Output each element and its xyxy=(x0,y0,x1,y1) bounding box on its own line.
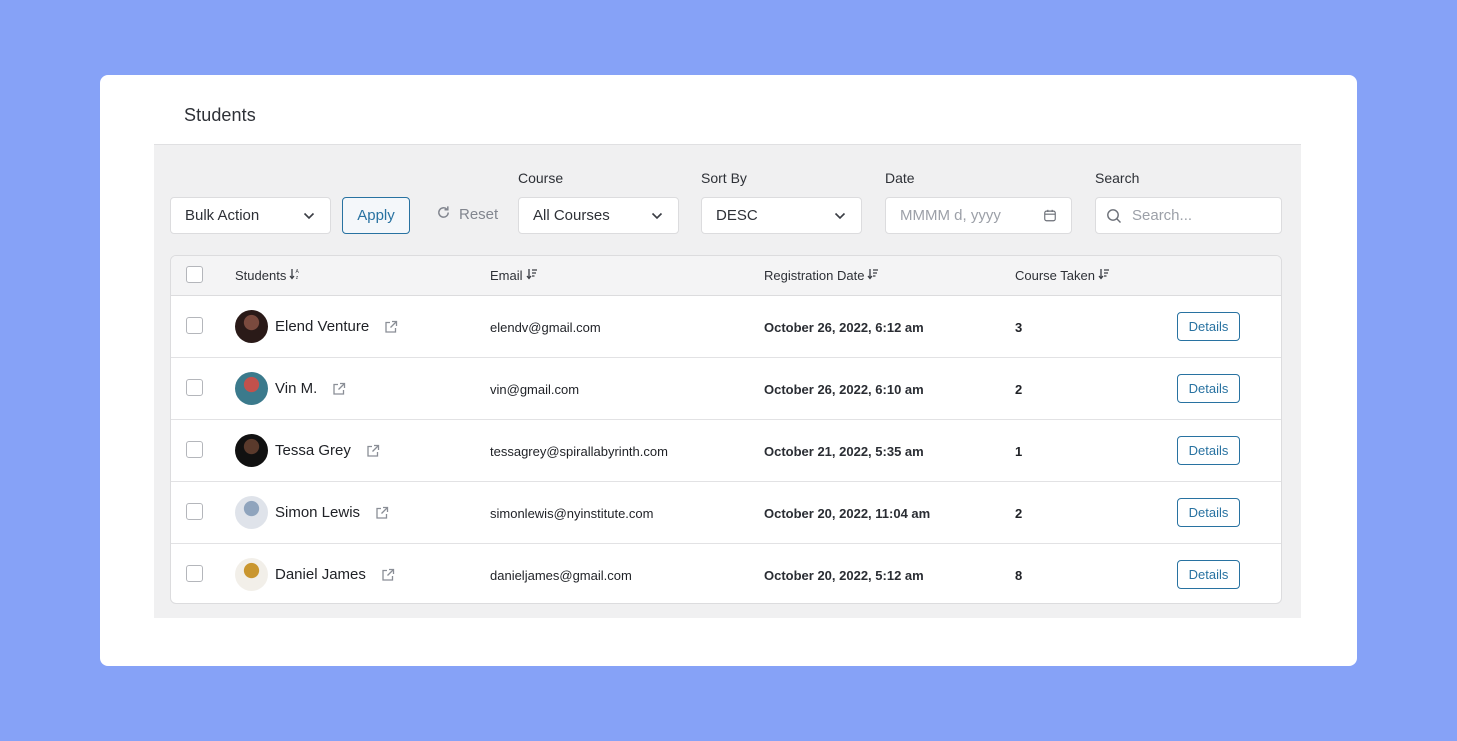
details-button[interactable]: Details xyxy=(1177,560,1240,589)
student-email: danieljames@gmail.com xyxy=(490,568,632,583)
students-table: Students Az Email Registration Date Cour… xyxy=(170,255,1282,604)
student-email: elendv@gmail.com xyxy=(490,320,601,335)
column-course-taken-label: Course Taken xyxy=(1015,268,1095,283)
refresh-icon xyxy=(436,205,451,224)
course-count: 1 xyxy=(1015,444,1023,459)
details-button[interactable]: Details xyxy=(1177,498,1240,527)
apply-button[interactable]: Apply xyxy=(342,197,410,234)
column-students-label: Students xyxy=(235,268,287,283)
students-card: Students Bulk Action Apply Reset Course … xyxy=(100,75,1357,666)
student-email: simonlewis@nyinstitute.com xyxy=(490,506,654,521)
registration-date: October 21, 2022, 5:35 am xyxy=(764,444,924,459)
student-name[interactable]: Tessa Grey xyxy=(275,442,351,459)
student-name[interactable]: Elend Venture xyxy=(275,318,369,335)
reset-label: Reset xyxy=(459,205,499,223)
row-checkbox[interactable] xyxy=(186,379,203,396)
avatar xyxy=(235,372,268,405)
registration-date: October 20, 2022, 5:12 am xyxy=(764,568,924,583)
student-name[interactable]: Daniel James xyxy=(275,566,366,583)
avatar xyxy=(235,310,268,343)
table-body: Elend Venture elendv@gmail.com October 2… xyxy=(171,296,1281,603)
course-count: 3 xyxy=(1015,320,1023,335)
sort-by-select[interactable]: DESC xyxy=(701,197,862,234)
registration-date: October 20, 2022, 11:04 am xyxy=(764,506,931,521)
avatar xyxy=(235,496,268,529)
external-link-icon[interactable] xyxy=(381,568,395,582)
registration-date: October 26, 2022, 6:12 am xyxy=(764,320,924,335)
search-icon xyxy=(1106,208,1122,224)
external-link-icon[interactable] xyxy=(332,382,346,396)
search-placeholder: Search... xyxy=(1132,207,1193,224)
table-row: Vin M. vin@gmail.com October 26, 2022, 6… xyxy=(171,358,1281,420)
row-checkbox[interactable] xyxy=(186,503,203,520)
table-row: Tessa Grey tessagrey@spirallabyrinth.com… xyxy=(171,420,1281,482)
date-placeholder: MMMM d, yyyy xyxy=(900,207,1001,224)
chevron-down-icon xyxy=(650,209,664,223)
sort-desc-icon[interactable] xyxy=(867,268,879,283)
external-link-icon[interactable] xyxy=(366,444,380,458)
reset-button[interactable]: Reset xyxy=(436,203,498,225)
table-header: Students Az Email Registration Date Cour… xyxy=(171,256,1281,296)
select-all-checkbox[interactable] xyxy=(186,266,203,283)
row-checkbox[interactable] xyxy=(186,441,203,458)
student-name[interactable]: Simon Lewis xyxy=(275,504,360,521)
course-count: 2 xyxy=(1015,382,1023,397)
row-checkbox[interactable] xyxy=(186,317,203,334)
student-email: tessagrey@spirallabyrinth.com xyxy=(490,444,668,459)
details-button[interactable]: Details xyxy=(1177,312,1240,341)
course-label: Course xyxy=(518,170,564,186)
students-panel: Bulk Action Apply Reset Course All Cours… xyxy=(154,144,1301,618)
table-row: Simon Lewis simonlewis@nyinstitute.com O… xyxy=(171,482,1281,544)
course-count: 8 xyxy=(1015,568,1023,583)
sort-desc-icon[interactable] xyxy=(1098,268,1110,283)
external-link-icon[interactable] xyxy=(384,320,398,334)
date-input[interactable]: MMMM d, yyyy xyxy=(885,197,1072,234)
column-email-label: Email xyxy=(490,268,523,283)
sort-alpha-icon[interactable]: Az xyxy=(289,268,301,283)
sort-by-value: DESC xyxy=(716,207,758,224)
registration-date: October 26, 2022, 6:10 am xyxy=(764,382,924,397)
bulk-action-value: Bulk Action xyxy=(185,207,260,224)
column-registration-date[interactable]: Registration Date xyxy=(764,268,879,283)
course-count: 2 xyxy=(1015,506,1023,521)
course-select[interactable]: All Courses xyxy=(518,197,679,234)
date-label: Date xyxy=(885,170,915,186)
avatar xyxy=(235,558,268,591)
external-link-icon[interactable] xyxy=(375,506,389,520)
column-students[interactable]: Students Az xyxy=(235,268,301,283)
sort-desc-icon[interactable] xyxy=(526,268,538,283)
calendar-icon[interactable] xyxy=(1043,209,1057,223)
table-row: Elend Venture elendv@gmail.com October 2… xyxy=(171,296,1281,358)
course-value: All Courses xyxy=(533,207,610,224)
column-registration-date-label: Registration Date xyxy=(764,268,865,283)
avatar xyxy=(235,434,268,467)
details-button[interactable]: Details xyxy=(1177,374,1240,403)
search-label: Search xyxy=(1095,170,1140,186)
svg-text:z: z xyxy=(296,275,299,280)
page-title: Students xyxy=(184,105,256,125)
column-course-taken[interactable]: Course Taken xyxy=(1015,268,1110,283)
student-name[interactable]: Vin M. xyxy=(275,380,317,397)
column-email[interactable]: Email xyxy=(490,268,538,283)
details-button[interactable]: Details xyxy=(1177,436,1240,465)
bulk-action-select[interactable]: Bulk Action xyxy=(170,197,331,234)
table-row: Daniel James danieljames@gmail.com Octob… xyxy=(171,544,1281,603)
student-email: vin@gmail.com xyxy=(490,382,580,397)
chevron-down-icon xyxy=(833,209,847,223)
search-input[interactable]: Search... xyxy=(1095,197,1282,234)
sort-by-label: Sort By xyxy=(701,170,747,186)
row-checkbox[interactable] xyxy=(186,565,203,582)
chevron-down-icon xyxy=(302,209,316,223)
